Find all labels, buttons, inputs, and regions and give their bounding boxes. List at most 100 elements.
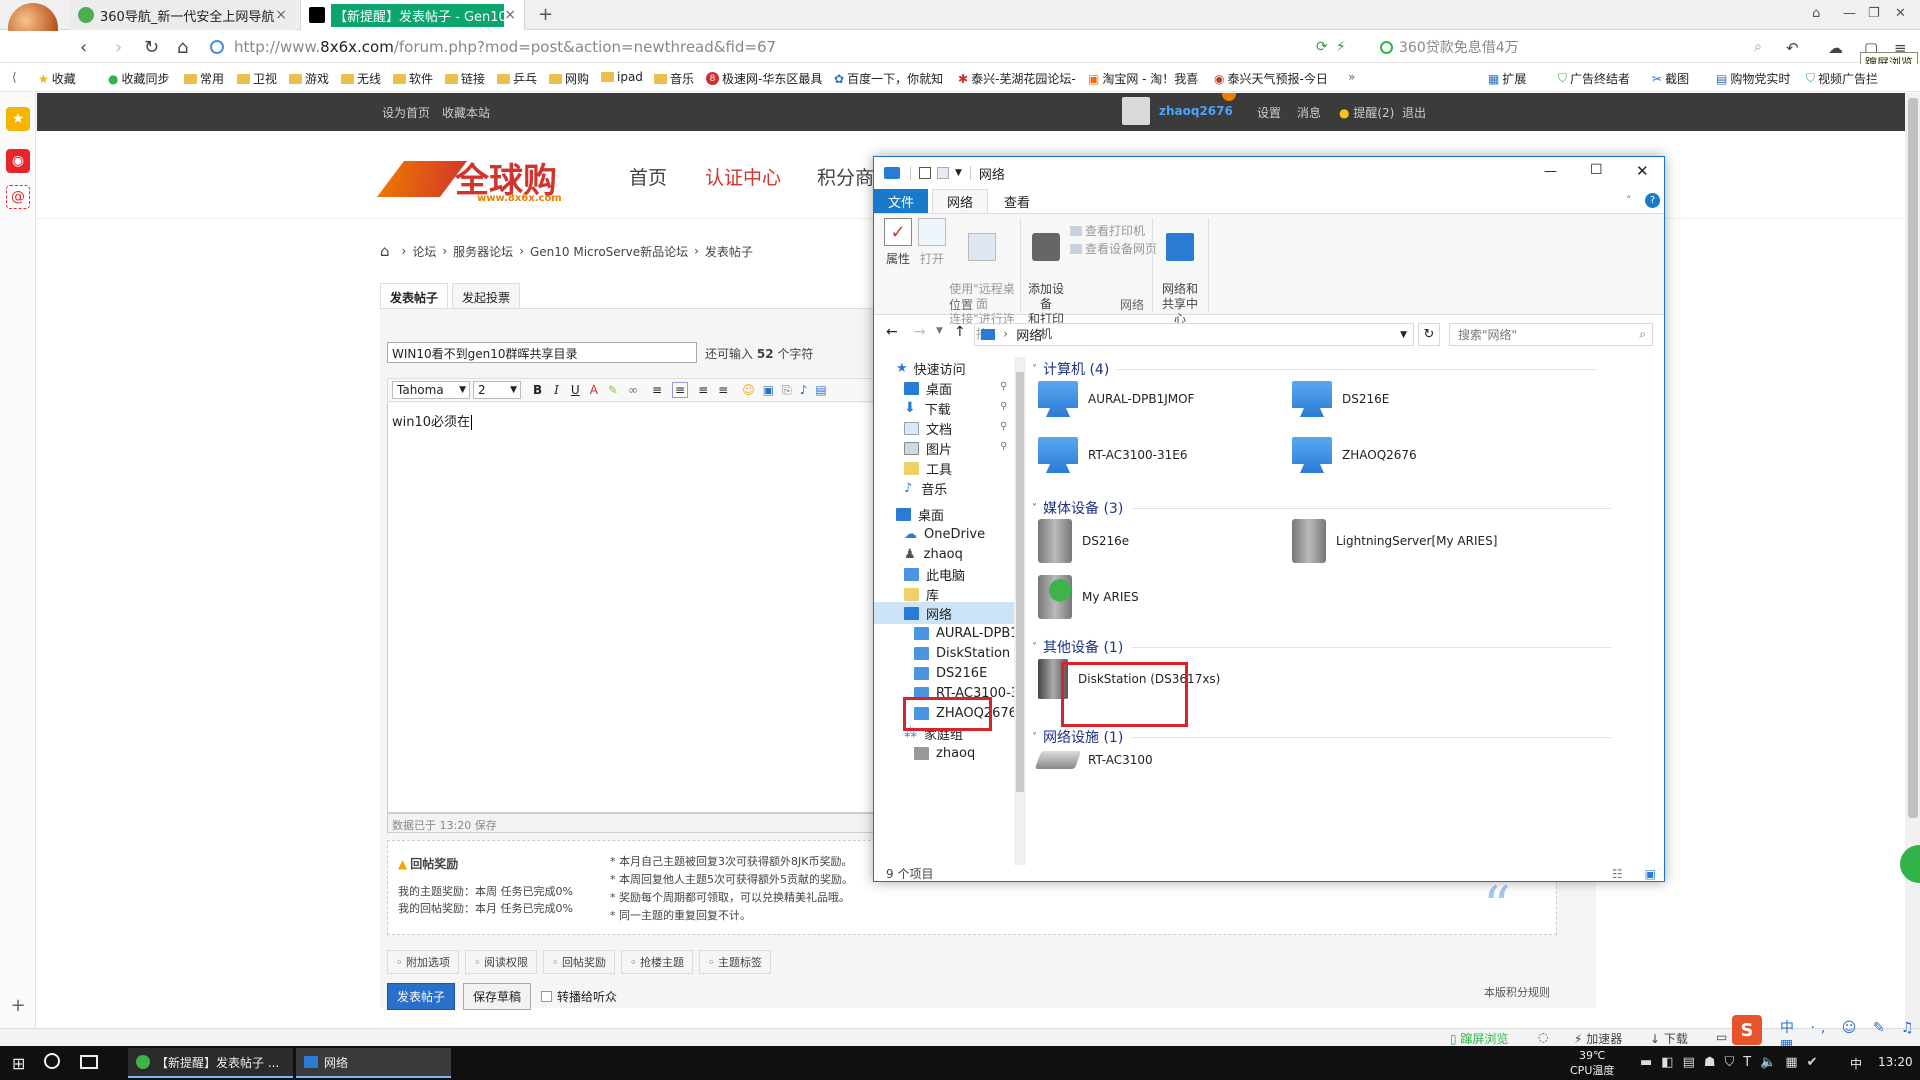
item-router[interactable]: RT-AC3100 — [1034, 751, 1153, 769]
align-justify-icon[interactable]: ≡ — [672, 382, 689, 398]
properties-quick-icon[interactable] — [919, 167, 931, 179]
new-folder-quick-icon[interactable] — [937, 167, 949, 179]
clean-icon[interactable]: ◌ — [1538, 1030, 1548, 1044]
settings-link[interactable]: 设置 — [1257, 104, 1281, 121]
sogou-ime-icon[interactable]: S — [1732, 1015, 1762, 1045]
search-input[interactable]: 搜索"网络" ⌕ — [1449, 323, 1653, 346]
tab-view[interactable]: 查看 — [990, 189, 1044, 213]
minimize-icon[interactable]: — — [1843, 6, 1856, 21]
font-select[interactable]: Tahoma ▼ — [392, 381, 470, 399]
tree-item-documents[interactable]: 文档 — [904, 417, 952, 439]
pin-icon[interactable]: ⚲ — [1000, 381, 1007, 392]
option-floor-thread[interactable]: ◦ 抢楼主题 — [621, 950, 693, 974]
close-window-icon[interactable]: ✕ — [1895, 6, 1906, 21]
network-sharing-center-button[interactable]: 网络和 共享中心 — [1158, 218, 1202, 327]
home-icon[interactable]: ⌂ — [380, 242, 390, 260]
reminders-link[interactable]: ● 提醒(2) — [1339, 104, 1394, 121]
details-view-icon[interactable]: ☷ — [1612, 867, 1623, 881]
item-computer[interactable]: DS216E — [1292, 381, 1389, 417]
home-icon[interactable]: ⌂ — [177, 37, 188, 58]
url-field[interactable]: http://www. 8x6x.com/forum.php?mod=post&a… — [210, 35, 1310, 59]
tree-item-quick-access[interactable]: ★ 快速访问 — [896, 357, 966, 379]
submit-post-button[interactable]: 发表帖子 — [387, 983, 456, 1010]
bookmark-item[interactable]: 乒乓 — [497, 70, 537, 87]
tab-360-nav[interactable]: 360导航_新一代安全上网导航 × — [70, 0, 295, 30]
page-info-icon[interactable] — [210, 40, 224, 54]
tree-item-music[interactable]: ♪ 音乐 — [904, 477, 947, 499]
tree-item-ds216e[interactable]: DS216E — [914, 662, 987, 684]
bookmark-item[interactable]: 链接 — [445, 70, 485, 87]
link-icon[interactable]: ∞ — [628, 383, 638, 397]
up-icon[interactable]: ↑ — [954, 324, 966, 340]
skin-icon[interactable]: ⌂ — [1812, 6, 1820, 21]
close-icon[interactable]: × — [275, 7, 287, 23]
points-rules-link[interactable]: 本版积分规则 — [1484, 984, 1550, 1000]
nav-home[interactable]: 首页 — [629, 163, 667, 190]
tree-item-desktop[interactable]: 桌面 — [904, 377, 952, 399]
item-computer[interactable]: AURAL-DPB1JMOF — [1038, 381, 1194, 417]
page-scroll-thumb[interactable] — [1908, 98, 1918, 818]
close-icon[interactable]: × — [504, 7, 516, 23]
tab-network[interactable]: 网络 — [932, 189, 989, 213]
option-tags[interactable]: ◦ 主题标签 — [699, 950, 771, 974]
option-extra[interactable]: ◦ 附加选项 — [387, 950, 459, 974]
post-body-editor[interactable]: win10必须在 — [387, 403, 877, 813]
username-link[interactable]: zhaoq2676 — [1159, 104, 1233, 118]
large-icons-view-icon[interactable]: ▣ — [1645, 867, 1656, 881]
group-network-infrastructure[interactable]: ˅ 网络设施 (1) — [1032, 727, 1612, 747]
refresh-icon[interactable]: ↻ — [1418, 323, 1440, 346]
chat-icon[interactable]: ▭ — [1716, 1030, 1727, 1044]
bookmark-item[interactable]: ipad — [601, 70, 643, 84]
group-media-devices[interactable]: ˅ 媒体设备 (3) — [1032, 498, 1612, 518]
tree-item-user[interactable]: ♟ zhaoq — [904, 543, 963, 565]
close-icon[interactable]: ✕ — [1636, 162, 1649, 180]
video-adblock-button[interactable]: ⛉ 视频广告拦 — [1806, 70, 1878, 87]
bookmarks-more[interactable]: » — [1348, 70, 1355, 84]
forward-icon[interactable]: › — [115, 37, 122, 58]
bookmark-item[interactable]: 8 极速网-华东区最具 — [706, 70, 822, 87]
bookmark-item[interactable]: 软件 — [393, 70, 433, 87]
back-icon[interactable]: ‹ — [80, 37, 87, 58]
collapse-sidebar-icon[interactable]: ⟨ — [12, 70, 17, 84]
minimize-icon[interactable]: — — [1544, 164, 1557, 179]
shopping-button[interactable]: ▤ 购物党实时 — [1716, 70, 1790, 87]
tab-file[interactable]: 文件 — [874, 189, 929, 213]
tree-item-desktop-root[interactable]: 桌面 — [896, 503, 944, 525]
bookmark-item[interactable]: ★ 收藏 — [38, 70, 76, 87]
item-media-device[interactable]: LightningServer[My ARIES] — [1292, 519, 1497, 563]
chevron-down-icon[interactable]: ▼ — [1400, 330, 1407, 340]
item-media-device[interactable]: My ARIES — [1038, 575, 1139, 619]
tab-post-thread[interactable]: 【新提醒】发表帖子 - Gen10 Mi × — [300, 0, 525, 30]
back-icon[interactable]: ← — [886, 324, 898, 340]
image-icon[interactable]: ▣ — [763, 383, 774, 397]
restore-icon[interactable]: ❐ — [1868, 6, 1880, 21]
accelerator-button[interactable]: ⚡ 加速器 — [1574, 1030, 1622, 1047]
subject-input[interactable]: WIN10看不到gen10群晖共享目录 — [387, 342, 697, 363]
view-printers-button[interactable]: 查看打印机 — [1070, 222, 1145, 239]
adblock-button[interactable]: ⛉ 广告终结者 — [1558, 70, 1630, 87]
undo-icon[interactable]: ↶ — [1786, 39, 1799, 57]
recent-dropdown-icon[interactable]: ▼ — [936, 326, 943, 336]
bookmark-item[interactable]: 音乐 — [654, 70, 694, 87]
nav-certification[interactable]: 认证中心 — [705, 163, 781, 190]
taskbar-explorer[interactable]: 网络 — [296, 1048, 451, 1078]
windows-start-icon[interactable]: ⊞ — [12, 1054, 25, 1073]
item-media-device[interactable]: DS216e — [1038, 519, 1129, 563]
bookmark-site-link[interactable]: 收藏本站 — [442, 104, 490, 121]
ime-indicator[interactable]: 中 — [1850, 1055, 1862, 1072]
tree-item-homegroup-user[interactable]: zhaoq — [914, 742, 975, 764]
task-view-icon[interactable] — [80, 1055, 98, 1069]
crumb-gen10-forum[interactable]: Gen10 MicroServe新品论坛 — [530, 243, 688, 260]
bookmark-item[interactable]: 游戏 — [289, 70, 329, 87]
bookmark-item[interactable]: ◉ 泰兴天气预报-今日 — [1214, 70, 1328, 87]
screen-browse-toggle[interactable]: ▯ 蹿屏浏览 — [1450, 1030, 1508, 1047]
crumb-forum[interactable]: 论坛 — [412, 243, 436, 260]
add-sidebar-icon[interactable]: + — [6, 993, 30, 1017]
broadcast-checkbox[interactable] — [541, 991, 553, 1002]
item-computer[interactable]: ZHAOQ2676 — [1292, 437, 1417, 473]
tree-scroll-thumb[interactable] — [1016, 372, 1024, 792]
attachment-icon[interactable]: ⎘ — [782, 383, 792, 398]
bookmark-item[interactable]: ● 收藏同步 — [108, 70, 170, 87]
font-color-icon[interactable]: A — [590, 383, 598, 397]
logout-link[interactable]: 退出 — [1402, 104, 1426, 121]
